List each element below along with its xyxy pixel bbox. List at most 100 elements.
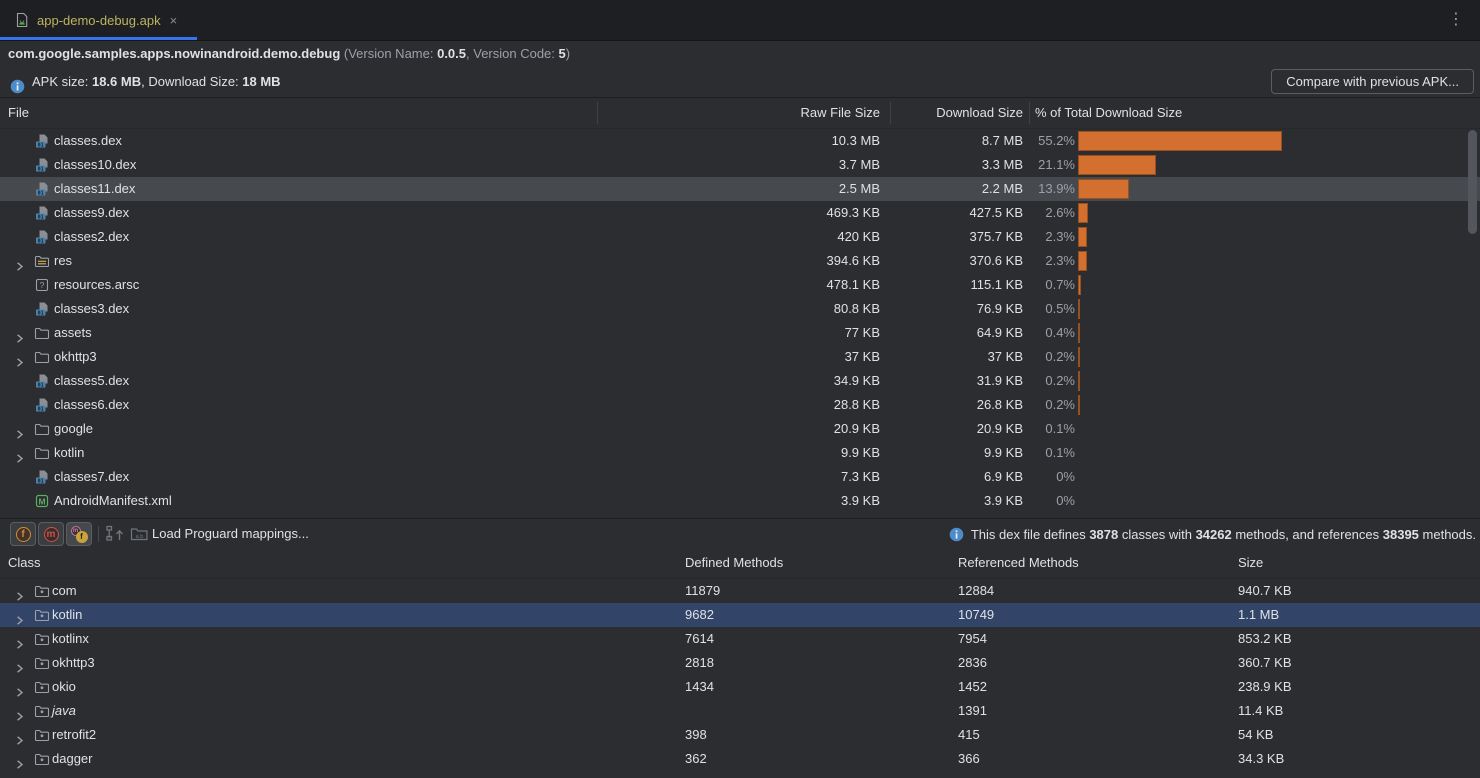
svg-text:01: 01	[38, 142, 44, 148]
file-name: classes7.dex	[54, 465, 129, 489]
class-table-rows: com1187912884940.7 KBkotlin9682107491.1 …	[0, 579, 1480, 771]
class-row-okio[interactable]: okio14341452238.9 KB	[0, 675, 1480, 699]
file-row-resources.arsc[interactable]: ?resources.arsc478.1 KB115.1 KB0.7%	[0, 273, 1480, 297]
svg-text:?: ?	[40, 280, 45, 290]
svg-text:01: 01	[38, 310, 44, 316]
file-row-classes10.dex[interactable]: 01classes10.dex3.7 MB3.3 MB21.1%	[0, 153, 1480, 177]
compare-with-previous-apk-button[interactable]: Compare with previous APK...	[1271, 69, 1474, 94]
folder-icon	[34, 325, 50, 341]
pct-of-total-cell: 2.3%	[955, 249, 1075, 273]
package-icon	[34, 703, 50, 719]
dex-file-icon: 01	[34, 301, 50, 317]
column-header-download-size[interactable]: Download Size	[845, 98, 1023, 128]
column-header-referenced-methods[interactable]: Referenced Methods	[958, 548, 1079, 578]
file-name: classes11.dex	[54, 177, 135, 201]
size-cell: 54 KB	[1238, 723, 1273, 747]
file-row-classes7.dex[interactable]: 01classes7.dex7.3 KB6.9 KB0%	[0, 465, 1480, 489]
column-divider[interactable]	[1029, 102, 1030, 124]
referenced-methods-cell: 415	[958, 723, 980, 747]
file-row-okhttp3[interactable]: okhttp337 KB37 KB0.2%	[0, 345, 1480, 369]
column-divider[interactable]	[597, 102, 598, 124]
chevron-right-icon[interactable]	[14, 634, 25, 645]
column-divider[interactable]	[890, 102, 891, 124]
show-referenced-toggle-button[interactable]: m f	[66, 522, 92, 546]
package-name: com.google.samples.apps.nowinandroid.dem…	[8, 46, 340, 61]
chevron-right-icon[interactable]	[14, 448, 25, 459]
chevron-right-icon[interactable]	[14, 256, 25, 267]
file-row-kotlin[interactable]: kotlin9.9 KB9.9 KB0.1%	[0, 441, 1480, 465]
file-row-classes2.dex[interactable]: 01classes2.dex420 KB375.7 KB2.3%	[0, 225, 1480, 249]
file-row-classes6.dex[interactable]: 01classes6.dex28.8 KB26.8 KB0.2%	[0, 393, 1480, 417]
column-header-size[interactable]: Size	[1238, 548, 1263, 578]
referenced-methods-cell: 10749	[958, 603, 994, 627]
kebab-menu-icon[interactable]: ⋮	[1448, 10, 1464, 30]
defined-methods-cell: 362	[685, 747, 707, 771]
pct-of-total-cell: 55.2%	[955, 129, 1075, 153]
folder-icon	[34, 349, 50, 365]
file-row-AndroidManifest.xml[interactable]: MAndroidManifest.xml3.9 KB3.9 KB0%	[0, 489, 1480, 513]
column-header-file[interactable]: File	[8, 98, 29, 128]
file-row-assets[interactable]: assets77 KB64.9 KB0.4%	[0, 321, 1480, 345]
chevron-right-icon[interactable]	[14, 682, 25, 693]
chevron-right-icon[interactable]	[14, 730, 25, 741]
proguard-mappings-folder-icon[interactable]: a.b	[130, 525, 149, 545]
dex-file-icon: 01	[34, 397, 50, 413]
chevron-right-icon[interactable]	[14, 658, 25, 669]
pct-of-total-cell: 0%	[955, 465, 1075, 489]
column-header-class[interactable]: Class	[8, 548, 41, 578]
class-table-header: Class Defined Methods Referenced Methods…	[0, 548, 1480, 579]
file-row-classes3.dex[interactable]: 01classes3.dex80.8 KB76.9 KB0.5%	[0, 297, 1480, 321]
class-row-com[interactable]: com1187912884940.7 KB	[0, 579, 1480, 603]
class-row-dagger[interactable]: dagger36236634.3 KB	[0, 747, 1480, 771]
apk-analyzer-window: { "tab": { "title": "app-demo-debug.apk"…	[0, 0, 1480, 772]
chevron-right-icon[interactable]	[14, 610, 25, 621]
pct-bar	[1078, 323, 1080, 343]
chevron-right-icon[interactable]	[14, 424, 25, 435]
file-row-classes.dex[interactable]: 01classes.dex10.3 MB8.7 MB55.2%	[0, 129, 1480, 153]
file-name: kotlin	[54, 441, 84, 465]
manifest-file-icon: M	[34, 493, 50, 509]
file-row-classes11.dex[interactable]: 01classes11.dex2.5 MB2.2 MB13.9%	[0, 177, 1480, 201]
column-header-pct-of-total[interactable]: % of Total Download Size	[1035, 98, 1182, 128]
size-cell: 940.7 KB	[1238, 579, 1292, 603]
dex-file-icon: 01	[34, 229, 50, 245]
dex-toolbar: f m m f a.b Load Proguard mappings... Th…	[0, 518, 1480, 549]
tab-bar: app-demo-debug.apk × ⋮	[0, 0, 1480, 41]
defined-methods-cell: 11879	[685, 579, 720, 603]
chevron-right-icon[interactable]	[14, 328, 25, 339]
version-code: 5	[559, 46, 566, 61]
svg-text:a.b: a.b	[136, 534, 144, 540]
file-row-google[interactable]: google20.9 KB20.9 KB0.1%	[0, 417, 1480, 441]
file-row-classes5.dex[interactable]: 01classes5.dex34.9 KB31.9 KB0.2%	[0, 369, 1480, 393]
pct-of-total-cell: 0.1%	[955, 417, 1075, 441]
file-name: classes5.dex	[54, 369, 129, 393]
svg-text:01: 01	[38, 166, 44, 172]
chevron-right-icon[interactable]	[14, 706, 25, 717]
pct-bar	[1078, 227, 1087, 247]
vertical-scrollbar-thumb[interactable]	[1468, 130, 1477, 234]
class-table: Class Defined Methods Referenced Methods…	[0, 548, 1480, 771]
toolbar-separator	[98, 526, 99, 542]
load-proguard-mappings-button[interactable]: Load Proguard mappings...	[152, 519, 309, 549]
pct-bar	[1078, 179, 1129, 199]
size-cell: 360.7 KB	[1238, 651, 1292, 675]
class-row-java[interactable]: java139111.4 KB	[0, 699, 1480, 723]
chevron-right-icon[interactable]	[14, 352, 25, 363]
tab-apk-file[interactable]: app-demo-debug.apk ×	[0, 0, 197, 40]
file-row-classes9.dex[interactable]: 01classes9.dex469.3 KB427.5 KB2.6%	[0, 201, 1480, 225]
class-row-kotlin[interactable]: kotlin9682107491.1 MB	[0, 603, 1480, 627]
expand-tree-icon[interactable]	[106, 525, 125, 545]
close-icon[interactable]: ×	[170, 13, 178, 28]
chevron-right-icon[interactable]	[14, 586, 25, 597]
show-fields-toggle-button[interactable]: f	[10, 522, 36, 546]
chevron-right-icon[interactable]	[14, 754, 25, 765]
show-methods-toggle-button[interactable]: m	[38, 522, 64, 546]
version-name: 0.0.5	[437, 46, 466, 61]
referenced-methods-cell: 12884	[958, 579, 994, 603]
column-header-defined-methods[interactable]: Defined Methods	[685, 548, 783, 578]
dex-info-text: This dex file defines 3878 classes with …	[949, 519, 1476, 549]
class-row-okhttp3[interactable]: okhttp328182836360.7 KB	[0, 651, 1480, 675]
file-row-res[interactable]: res394.6 KB370.6 KB2.3%	[0, 249, 1480, 273]
class-row-kotlinx[interactable]: kotlinx76147954853.2 KB	[0, 627, 1480, 651]
class-row-retrofit2[interactable]: retrofit239841554 KB	[0, 723, 1480, 747]
